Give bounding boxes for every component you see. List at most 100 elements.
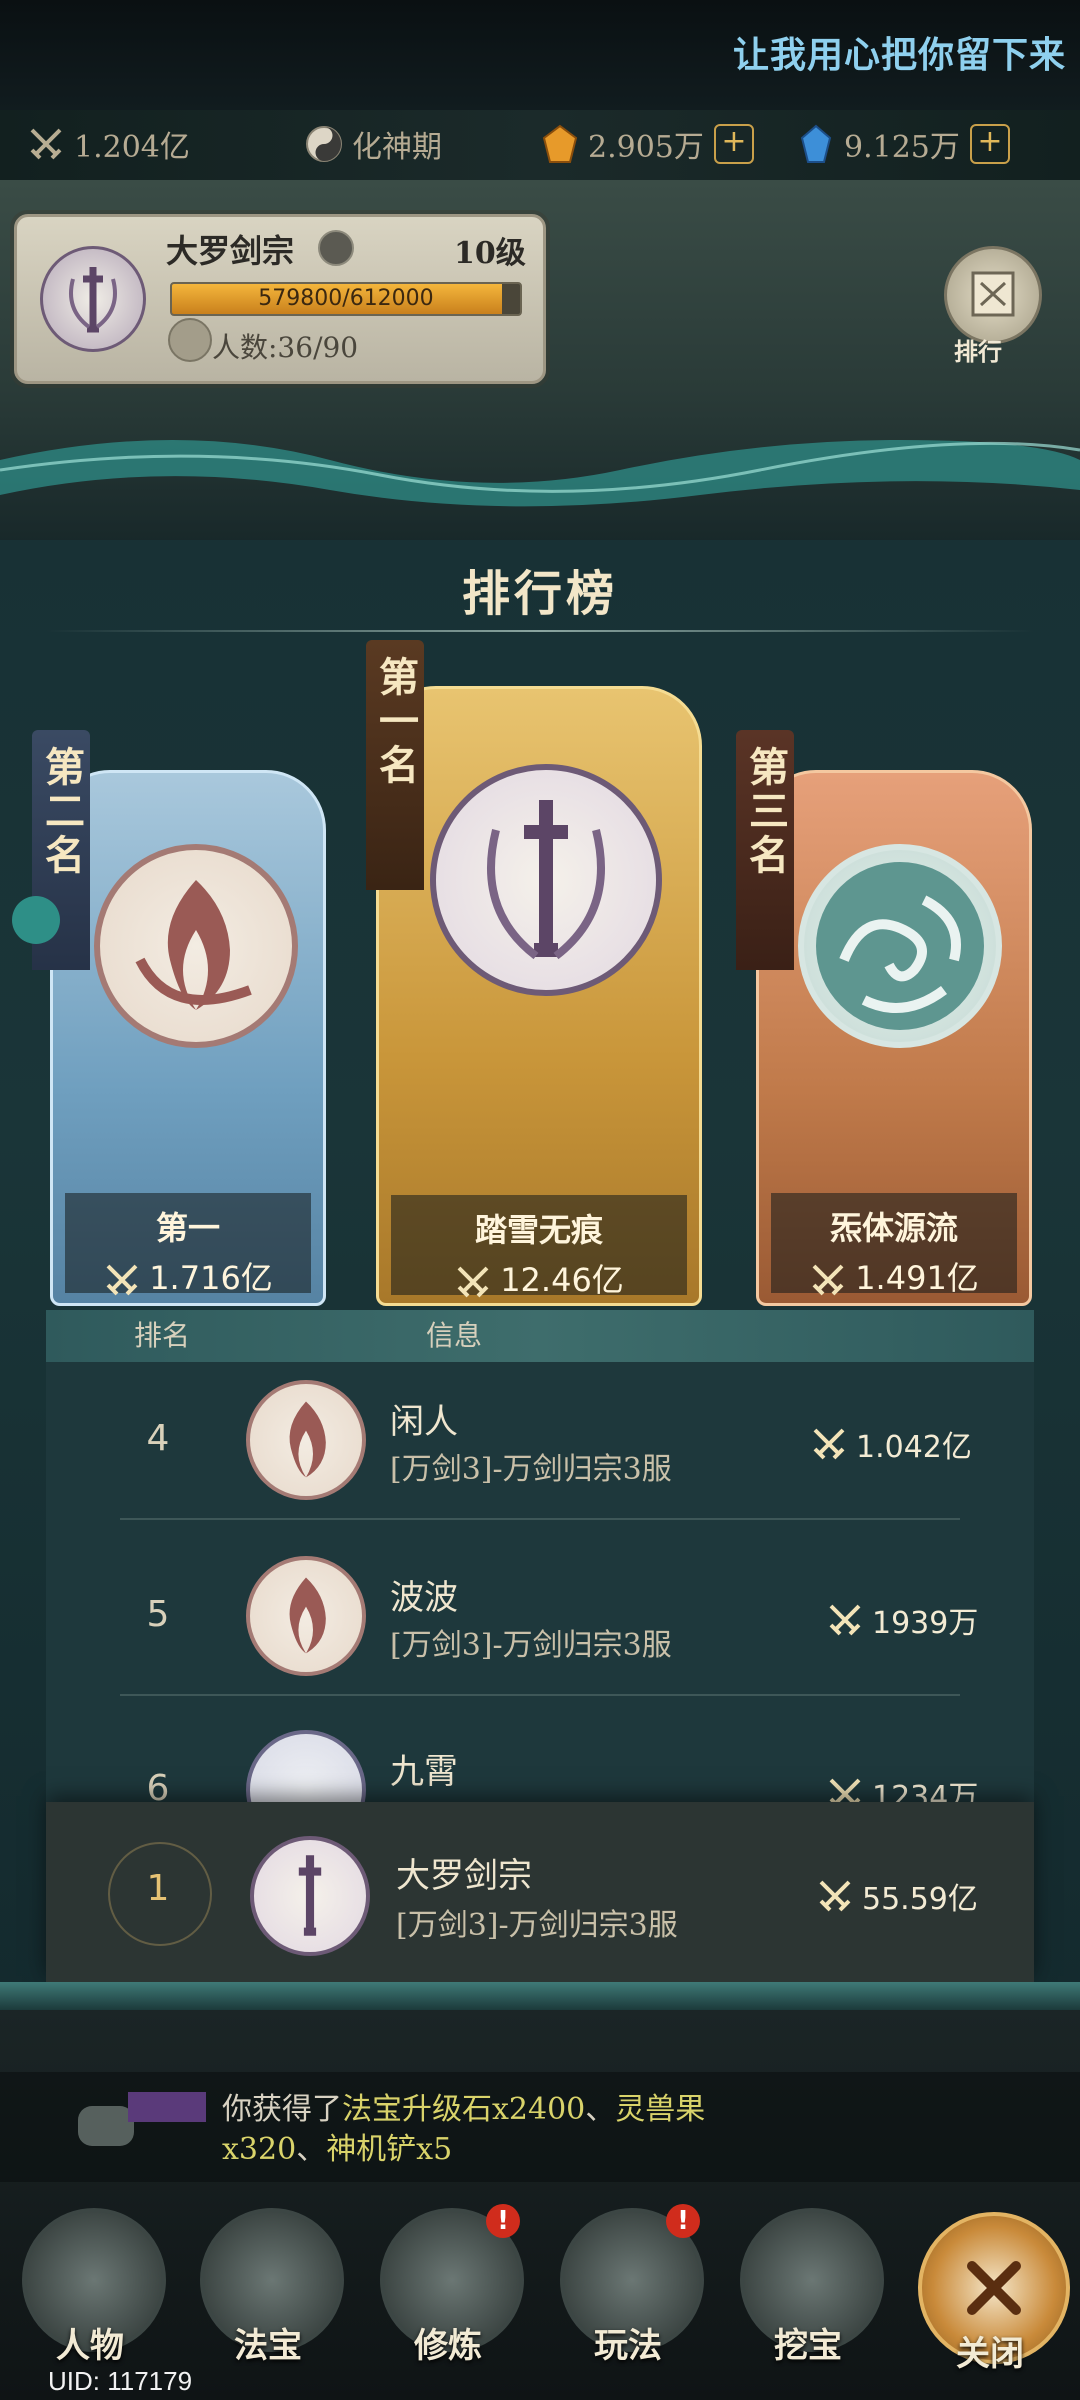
title-divider xyxy=(46,630,1034,632)
row-rank: 6 xyxy=(146,1768,170,1802)
side-tab-icon[interactable] xyxy=(12,896,60,944)
crystal-resource: 9.125万 + xyxy=(796,116,1010,172)
my-name: 大罗剑宗 xyxy=(396,1856,532,1896)
gold-resource: 2.905万 + xyxy=(540,116,754,172)
my-emblem xyxy=(250,1836,370,1956)
list-item[interactable]: 5 波波 [万剑3]-万剑归宗3服 1939万 xyxy=(46,1538,1034,1714)
blue-crystal-icon xyxy=(800,124,832,163)
podium-third-info: 炁体源流 1.491亿 xyxy=(771,1193,1017,1297)
add-crystal-button[interactable]: + xyxy=(969,124,1010,164)
cultivate-alert-badge: ! xyxy=(486,2204,520,2238)
podium-first-emblem xyxy=(430,764,662,996)
row-rank: 4 xyxy=(146,1418,170,1459)
header-info: 信息 xyxy=(426,1319,483,1352)
nav-gameplay-label: 玩法 xyxy=(594,2326,662,2366)
podium-third-emblem xyxy=(798,844,1002,1048)
flame-emblem-icon xyxy=(289,1577,326,1654)
sect-xp-text: 579800/612000 xyxy=(258,286,434,311)
close-label: 关闭 xyxy=(956,2334,1024,2374)
row-server: [万剑3]-万剑归宗3服 xyxy=(390,1452,672,1487)
sword-emblem-icon xyxy=(69,267,117,333)
crossed-swords-icon xyxy=(30,128,62,160)
header-rank: 排名 xyxy=(134,1319,191,1352)
crossed-swords-icon xyxy=(812,1264,844,1296)
list-item[interactable]: 6 九霄 1234万 xyxy=(46,1712,1034,1802)
nav-dig-label: 挖宝 xyxy=(774,2326,842,2366)
row-emblem xyxy=(246,1556,366,1676)
sect-emblem xyxy=(40,246,146,352)
crossed-swords-icon xyxy=(106,1264,138,1296)
nav-character-label: 人物 xyxy=(56,2326,124,2366)
realm-resource: 化神期 xyxy=(304,116,442,172)
power-resource: 1.204亿 xyxy=(26,116,190,172)
row-power: 1.042亿 xyxy=(810,1422,972,1466)
row-power: 1234万 xyxy=(826,1772,978,1802)
ribbon-first-text: 第一名 xyxy=(372,656,419,788)
sect-members: 人数:36/90 xyxy=(212,331,359,364)
row-rank: 5 xyxy=(146,1594,170,1635)
crossed-swords-icon xyxy=(829,1778,861,1802)
flame-emblem-icon xyxy=(289,1401,326,1478)
sect-info-icon[interactable] xyxy=(318,230,354,266)
yin-yang-icon xyxy=(306,126,342,162)
my-power: 55.59亿 xyxy=(816,1874,978,1918)
row-name: 九霄 xyxy=(390,1752,458,1792)
row-server: [万剑3]-万剑归宗3服 xyxy=(390,1628,672,1663)
list-item[interactable]: 4 闲人 [万剑3]-万剑归宗3服 1.042亿 xyxy=(46,1362,1034,1538)
realm-value: 化神期 xyxy=(352,130,442,165)
sword-emblem-icon xyxy=(487,800,605,960)
my-server: [万剑3]-万剑归宗3服 xyxy=(396,1908,678,1943)
power-value: 1.204亿 xyxy=(74,130,190,165)
row-divider xyxy=(120,1694,960,1696)
sword-emblem-icon xyxy=(298,1855,322,1936)
scroll-icon xyxy=(971,271,1015,317)
sect-xp-bar: 579800/612000 xyxy=(170,282,522,316)
lower-scene xyxy=(0,2010,1080,2400)
rank-button-label: 排行 xyxy=(954,337,1002,366)
marquee-text: 让我用心把你留下来 xyxy=(732,35,1066,76)
rank-button[interactable] xyxy=(944,246,1042,344)
crossed-swords-icon xyxy=(457,1266,489,1298)
row-divider xyxy=(120,1518,960,1520)
uid-text: UID: 117179 xyxy=(48,2366,193,2396)
add-gold-button[interactable]: + xyxy=(713,124,754,164)
podium-first-power: 12.46亿 xyxy=(391,1255,687,1301)
crystal-value: 9.125万 xyxy=(844,130,960,165)
cloud-swirl-emblem-icon xyxy=(816,862,984,1030)
ribbon-third: 第三名 xyxy=(736,730,794,970)
my-rank-number: 1 xyxy=(146,1868,170,1909)
chat-icon[interactable] xyxy=(78,2106,134,2146)
my-rank-row[interactable]: 1 大罗剑宗 [万剑3]-万剑归宗3服 55.59亿 xyxy=(46,1802,1034,1982)
podium-second-emblem xyxy=(94,844,298,1048)
podium-first-name: 踏雪无痕 xyxy=(474,1211,603,1249)
podium-first-info: 踏雪无痕 12.46亿 xyxy=(391,1195,687,1299)
podium-third-name: 炁体源流 xyxy=(829,1209,958,1247)
crossed-swords-icon xyxy=(829,1604,861,1636)
wave-decoration xyxy=(0,440,1080,507)
podium-second-name: 第一 xyxy=(155,1209,220,1247)
ribbon-third-text: 第三名 xyxy=(742,746,789,878)
sect-level: 10级 xyxy=(454,236,526,271)
ribbon-second-text: 第二名 xyxy=(38,746,85,878)
row-name: 波波 xyxy=(390,1578,458,1618)
row-emblem xyxy=(246,1730,366,1802)
amber-gem-icon xyxy=(542,124,578,163)
nav-cultivate-label: 修炼 xyxy=(414,2326,482,2366)
podium-third-power: 1.491亿 xyxy=(771,1253,1017,1299)
panel-bottom-edge xyxy=(0,1982,1080,2010)
member-icon xyxy=(168,318,212,362)
ribbon-first: 第一名 xyxy=(366,640,424,890)
flame-emblem-icon xyxy=(135,880,252,1010)
podium-second-info: 第一 1.716亿 xyxy=(65,1193,311,1297)
crossed-swords-icon xyxy=(819,1880,851,1912)
podium-second-power: 1.716亿 xyxy=(65,1253,311,1299)
list-header xyxy=(46,1310,1034,1362)
row-emblem xyxy=(246,1380,366,1500)
gold-value: 2.905万 xyxy=(588,130,704,165)
crossed-swords-icon xyxy=(813,1428,845,1460)
chat-message: 你获得了法宝升级石x2400、灵兽果x320、神机铲x5 xyxy=(222,2092,706,2167)
row-name: 闲人 xyxy=(390,1402,458,1442)
nav-treasure-label: 法宝 xyxy=(234,2326,302,2366)
sect-name: 大罗剑宗 xyxy=(166,232,295,270)
row-power: 1939万 xyxy=(826,1598,978,1642)
